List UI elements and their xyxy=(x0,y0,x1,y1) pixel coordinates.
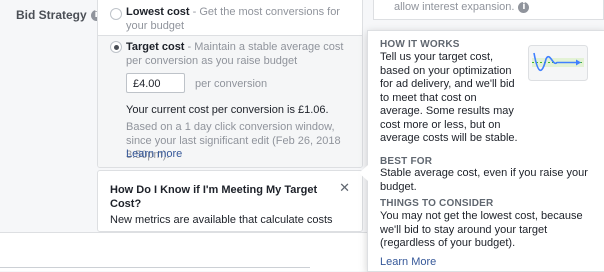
option-lowest-cost-title: Lowest cost xyxy=(126,6,190,18)
bid-strategy-label-text: Bid Strategy xyxy=(16,8,87,22)
target-cost-input[interactable]: £4.00 xyxy=(126,73,185,93)
info-icon-secondary[interactable]: i xyxy=(518,1,530,13)
current-cost-text: Your current cost per conversion is £1.0… xyxy=(126,104,329,116)
things-to-consider-text: You may not get the lowest cost, because… xyxy=(380,210,583,249)
tooltip-learn-more-link[interactable]: Learn More xyxy=(380,256,436,268)
interest-expansion-panel: allow interest expansion. i xyxy=(373,0,604,20)
option-lowest-cost-text: Lowest cost - Get the most conversions f… xyxy=(126,5,352,33)
help-box-title: How Do I Know if I'm Meeting My Target C… xyxy=(110,184,318,210)
best-for-heading: BEST FOR xyxy=(380,156,433,167)
stable-cost-graph-icon xyxy=(528,45,588,81)
option-lowest-cost[interactable]: Lowest cost - Get the most conversions f… xyxy=(98,0,362,36)
tooltip-caret xyxy=(359,165,368,181)
best-for-text: Stable average cost, even if you raise y… xyxy=(380,167,588,193)
how-it-works-text: Tell us your target cost, based on your … xyxy=(380,51,518,144)
option-target-cost[interactable]: Target cost - Maintain a stable average … xyxy=(98,36,362,167)
bottom-divider xyxy=(0,267,310,268)
option-target-cost-title: Target cost xyxy=(126,41,185,53)
interest-expansion-text: allow interest expansion. xyxy=(394,1,515,13)
bid-strategy-label: Bid Strategy i xyxy=(16,8,102,22)
close-icon[interactable]: ✕ xyxy=(339,181,350,196)
bid-strategy-options: Lowest cost - Get the most conversions f… xyxy=(97,0,363,168)
target-cost-tooltip: HOW IT WORKS Tell us your target cost, b… xyxy=(367,30,604,272)
radio-lowest-cost[interactable] xyxy=(110,8,122,20)
help-box: How Do I Know if I'm Meeting My Target C… xyxy=(97,170,363,232)
option-target-cost-text: Target cost - Maintain a stable average … xyxy=(126,40,352,68)
interest-expansion-text-row: allow interest expansion. i xyxy=(394,1,530,13)
things-to-consider-heading: THINGS TO CONSIDER xyxy=(380,198,494,209)
help-box-body: New metrics are available that calculate… xyxy=(110,214,333,226)
radio-target-cost[interactable] xyxy=(110,41,122,53)
per-conversion-label: per conversion xyxy=(195,78,268,90)
how-it-works-heading: HOW IT WORKS xyxy=(380,39,460,50)
learn-more-link[interactable]: Learn more xyxy=(126,148,182,160)
